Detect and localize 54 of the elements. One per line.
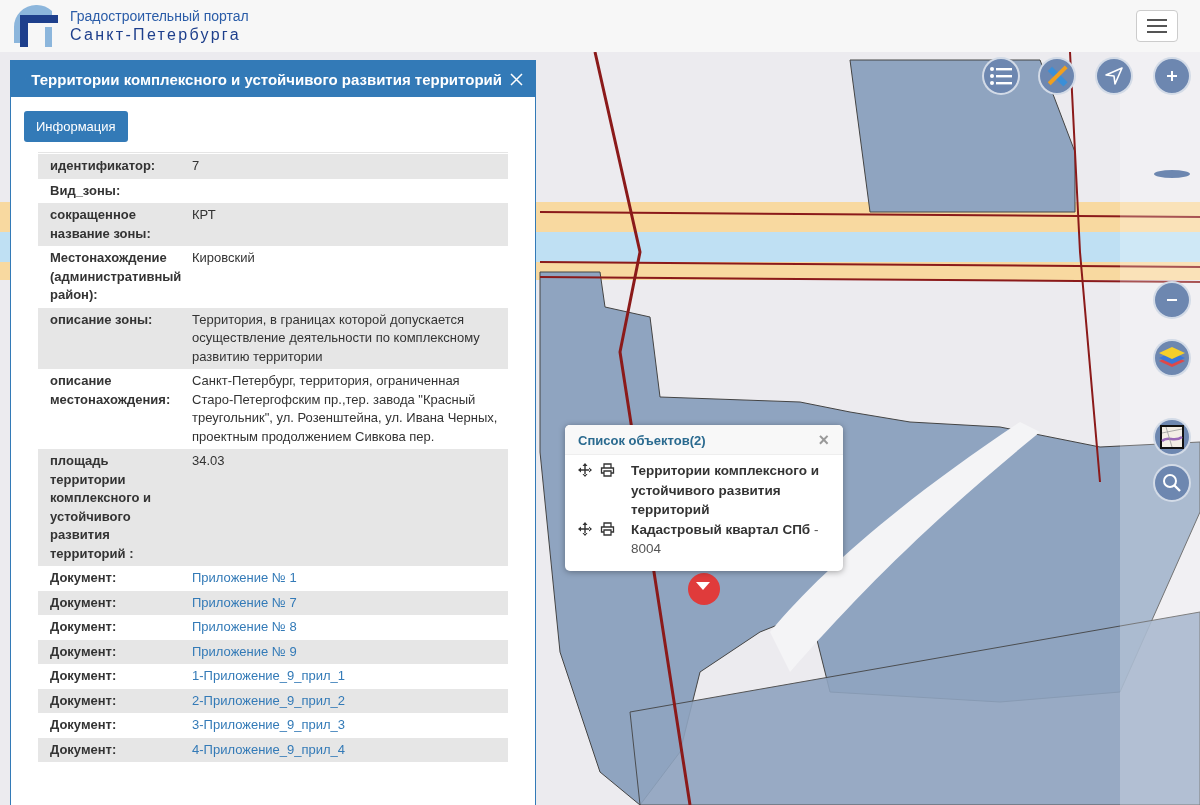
menu-button[interactable]	[1136, 10, 1178, 42]
panel-title: Территории комплексного и устойчивого развития территорий	[31, 70, 502, 88]
close-button[interactable]: ×	[818, 432, 829, 448]
field-label: Местонахождение (административный район):	[49, 249, 183, 304]
field-label: сокращенное название зоны:	[49, 206, 152, 243]
list-icon	[990, 66, 1012, 86]
print-icon[interactable]	[600, 463, 615, 477]
document-link[interactable]: 2-Приложение_9_прил_2	[192, 692, 346, 708]
document-link[interactable]: Приложение № 7	[192, 594, 297, 610]
city-title: Санкт-Петербурга	[70, 25, 242, 44]
document-link[interactable]: Приложение № 9	[192, 643, 297, 659]
field-label: Документ:	[49, 716, 118, 734]
print-icon[interactable]	[600, 521, 615, 536]
navigation-arrow-icon	[1104, 66, 1124, 86]
document-link[interactable]: 1-Приложение_9_прил_1	[192, 668, 346, 683]
move-icon[interactable]	[578, 521, 592, 536]
field-label: Вид_зоны:	[49, 181, 122, 200]
field-label: Документ:	[49, 691, 118, 710]
field-value: 34.03	[192, 453, 225, 468]
document-link[interactable]: 4-Приложение_9_прил_4	[192, 741, 346, 757]
portal-title: Градостроительный портал	[70, 8, 249, 25]
move-icon[interactable]	[578, 463, 592, 477]
field-label: описание зоны:	[49, 310, 154, 329]
document-link[interactable]: 3-Приложение_9_прил_3	[192, 717, 346, 732]
search-icon	[1162, 473, 1182, 493]
field-label: Документ:	[49, 667, 118, 685]
field-label: Документ:	[49, 618, 118, 636]
field-label: Документ:	[49, 593, 118, 612]
field-label: идентификатор:	[49, 157, 157, 175]
document-link[interactable]: Приложение № 1	[192, 570, 297, 585]
zoom-slider-handle[interactable]	[1154, 170, 1190, 178]
field-label: площадь территории комплексного и устойчивого развития территорий :	[49, 452, 153, 563]
plus-icon	[1166, 70, 1178, 82]
map-marker-icon	[687, 572, 721, 606]
field-label: Документ:	[49, 569, 118, 587]
object-name: Территории комплексного и устойчивого развития территорий	[631, 462, 821, 519]
info-tab[interactable]: Информация	[24, 111, 128, 142]
field-value: Санкт-Петербург, территория, ограниченная Старо-Петергофским пр.,тер. завода "Красный треугольник", ул. Розенштейна, ул. Ивана Черных, проектным продолжением Сивкова пер.	[192, 373, 498, 444]
popup-title: Список объектов(2)	[578, 432, 706, 448]
close-button[interactable]	[508, 70, 525, 88]
field-label: Документ:	[49, 740, 118, 759]
field-value: Кировский	[192, 250, 255, 265]
field-value: Территория, в границах которой допускается осуществление деятельности по комплексному развитию территории	[192, 311, 480, 364]
minus-icon	[1166, 298, 1178, 302]
map-thumbnail-icon	[1160, 425, 1184, 449]
field-value: 7	[192, 158, 200, 173]
menu-icon	[1147, 19, 1167, 33]
field-label: Документ:	[49, 642, 118, 661]
object-name: Кадастровый квартал СПб - 8004	[631, 520, 820, 558]
document-link[interactable]: Приложение № 8	[192, 619, 297, 634]
close-icon	[510, 72, 523, 86]
popup-pointer	[696, 582, 710, 590]
field-value: КРТ	[192, 207, 216, 222]
field-label: описание местонахождения:	[49, 372, 172, 409]
